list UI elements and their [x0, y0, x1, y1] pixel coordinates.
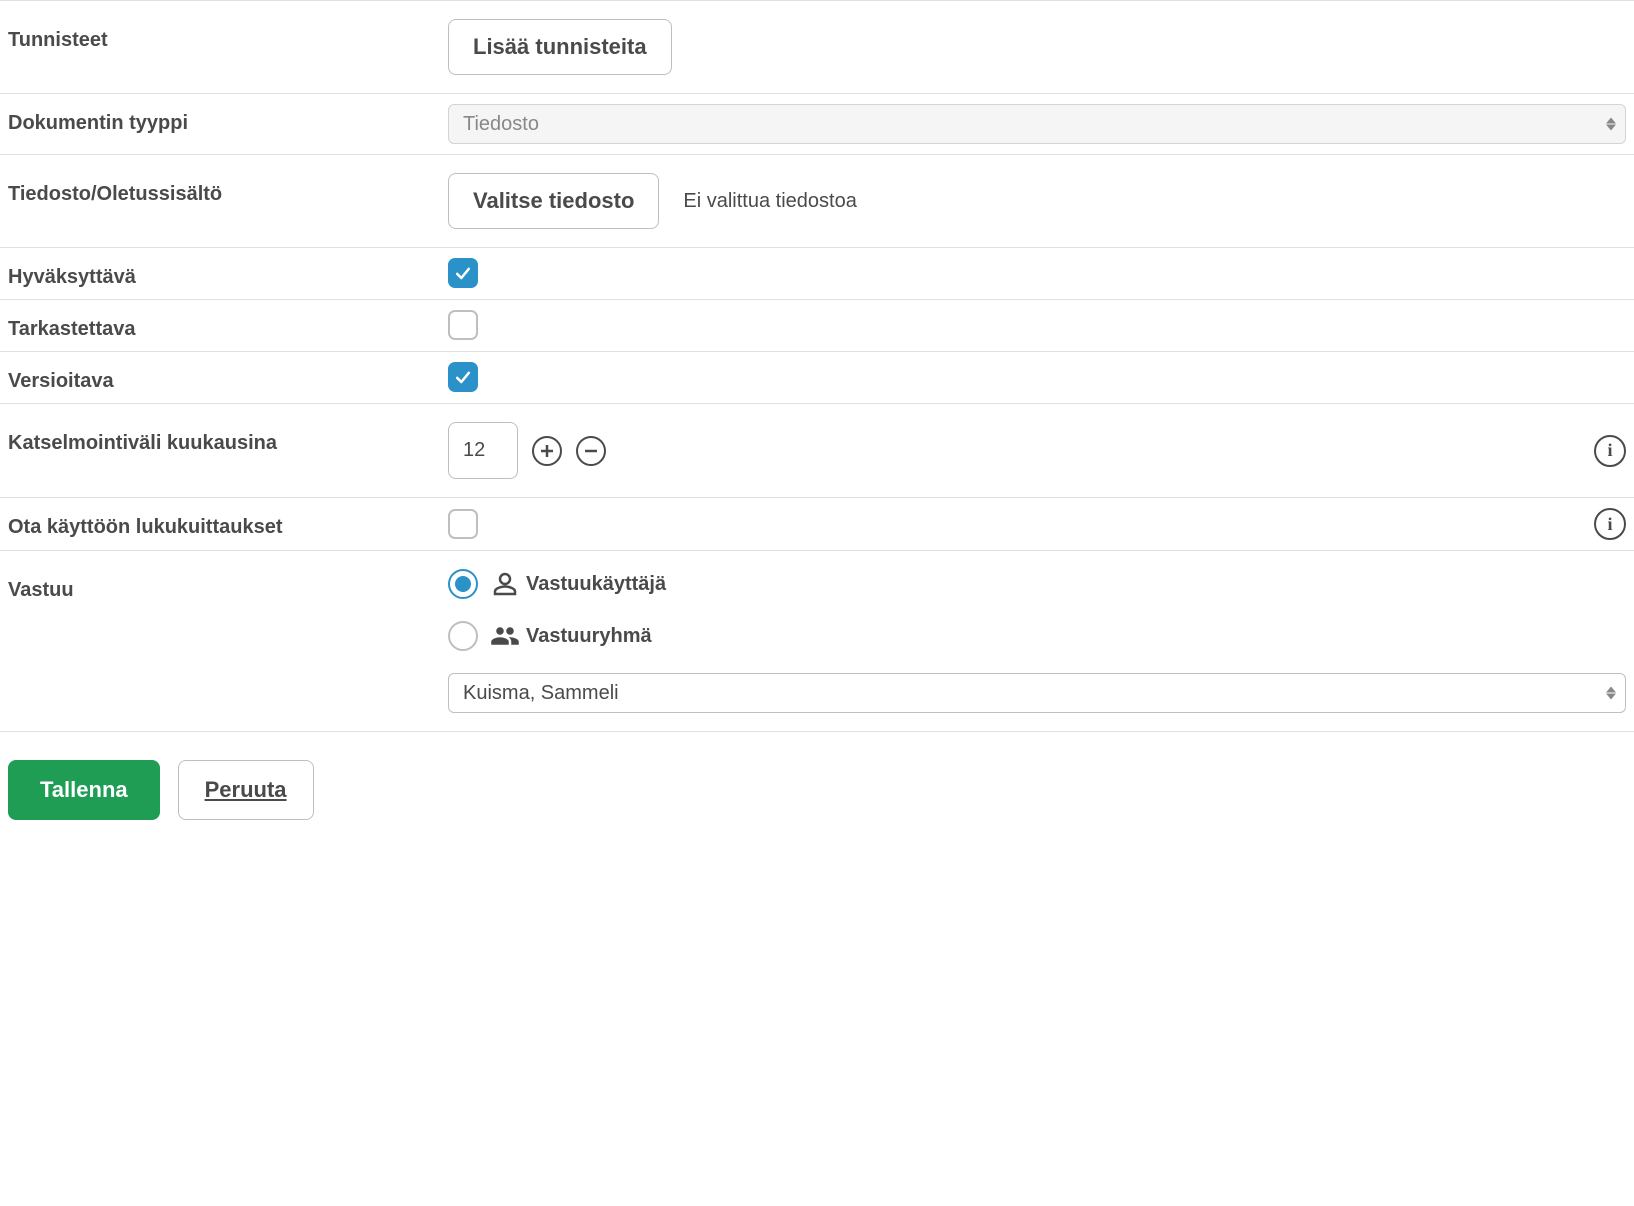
save-button[interactable]: Tallenna — [8, 760, 160, 820]
responsibility-user-label: Vastuukäyttäjä — [526, 573, 666, 596]
responsibility-user-radio[interactable] — [448, 569, 478, 599]
responsibility-group-option[interactable]: Vastuuryhmä — [448, 621, 1626, 651]
file-status-text: Ei valittua tiedostoa — [683, 190, 856, 213]
read-receipts-info-icon[interactable]: i — [1594, 508, 1626, 540]
check-icon — [453, 367, 473, 387]
approvable-label: Hyväksyttävä — [8, 258, 448, 289]
reviewable-label: Tarkastettava — [8, 310, 448, 341]
add-tags-button[interactable]: Lisää tunnisteita — [448, 19, 672, 75]
versionable-row: Versioitava — [0, 351, 1634, 403]
responsibility-user-option[interactable]: Vastuukäyttäjä — [448, 569, 1626, 599]
responsibility-group-label: Vastuuryhmä — [526, 625, 652, 648]
responsibility-person-select[interactable]: Kuisma, Sammeli — [448, 673, 1626, 713]
reviewable-row: Tarkastettava — [0, 299, 1634, 351]
file-label: Tiedosto/Oletussisältö — [8, 173, 448, 206]
plus-icon — [539, 443, 555, 459]
read-receipts-row: Ota käyttöön lukukuittaukset i — [0, 497, 1634, 550]
check-icon — [453, 263, 473, 283]
responsibility-label: Vastuu — [8, 569, 448, 602]
review-interval-row: Katselmointiväli kuukausina i — [0, 403, 1634, 497]
responsibility-group-radio[interactable] — [448, 621, 478, 651]
cancel-button[interactable]: Peruuta — [178, 760, 314, 820]
choose-file-button[interactable]: Valitse tiedosto — [448, 173, 659, 229]
increment-button[interactable] — [532, 436, 562, 466]
tags-label: Tunnisteet — [8, 19, 448, 52]
minus-icon — [583, 443, 599, 459]
approvable-row: Hyväksyttävä — [0, 247, 1634, 299]
responsibility-row: Vastuu Vastuukäyttäjä — [0, 550, 1634, 731]
approvable-checkbox[interactable] — [448, 258, 478, 288]
button-row: Tallenna Peruuta — [0, 731, 1634, 848]
read-receipts-checkbox[interactable] — [448, 509, 478, 539]
versionable-label: Versioitava — [8, 362, 448, 393]
person-icon — [490, 569, 520, 599]
review-interval-info-icon[interactable]: i — [1594, 435, 1626, 467]
tags-row: Tunnisteet Lisää tunnisteita — [0, 0, 1634, 93]
review-interval-input[interactable] — [448, 422, 518, 479]
doctype-select[interactable]: Tiedosto — [448, 104, 1626, 144]
file-row: Tiedosto/Oletussisältö Valitse tiedosto … — [0, 154, 1634, 247]
decrement-button[interactable] — [576, 436, 606, 466]
group-icon — [490, 621, 520, 651]
doctype-label: Dokumentin tyyppi — [8, 104, 448, 135]
review-interval-label: Katselmointiväli kuukausina — [8, 422, 448, 455]
versionable-checkbox[interactable] — [448, 362, 478, 392]
read-receipts-label: Ota käyttöön lukukuittaukset — [8, 508, 448, 539]
reviewable-checkbox[interactable] — [448, 310, 478, 340]
doctype-row: Dokumentin tyyppi Tiedosto — [0, 93, 1634, 154]
